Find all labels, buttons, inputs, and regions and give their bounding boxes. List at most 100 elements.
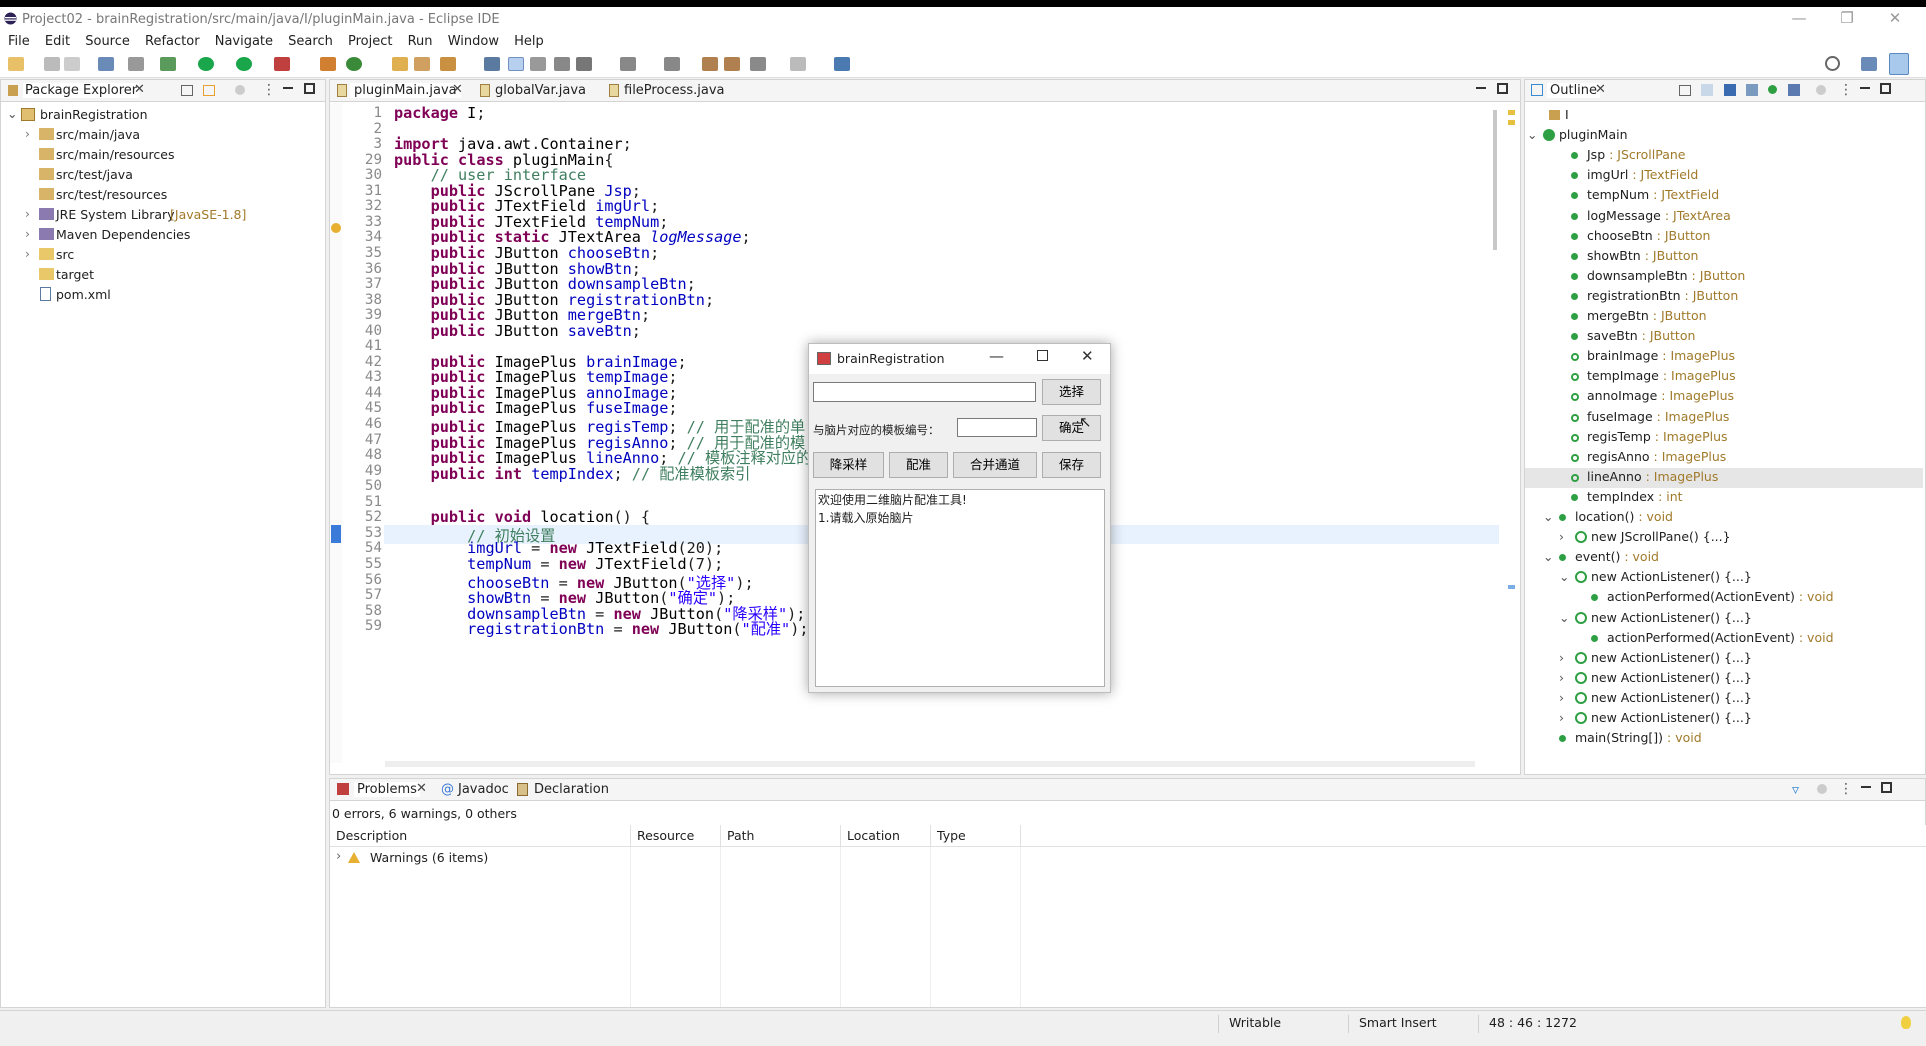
col-type[interactable]: Type <box>931 825 1021 847</box>
collapse-all-icon[interactable] <box>1679 85 1691 96</box>
close-window-button[interactable]: ✕ <box>1872 9 1918 29</box>
downsample-button[interactable]: 降采样 <box>813 452 884 478</box>
coverage-icon[interactable] <box>236 57 252 71</box>
choose-button[interactable]: 选择 <box>1042 379 1101 405</box>
filter-icon[interactable]: ▿ <box>1792 782 1799 798</box>
expand-icon[interactable]: ⌄ <box>1527 127 1537 142</box>
outline-item[interactable]: lineAnno : ImagePlus <box>1525 467 1923 488</box>
horizontal-scrollbar[interactable] <box>385 761 1475 767</box>
outline-tab[interactable]: Outline <box>1547 83 1601 98</box>
show-whitespace-icon[interactable] <box>554 57 570 71</box>
col-path[interactable]: Path <box>721 825 841 847</box>
view-menu-icon[interactable]: ⋮ <box>1839 82 1853 98</box>
hide-local-types-icon[interactable] <box>1788 84 1800 96</box>
outline-item[interactable]: ⌄ new ActionListener() {...} <box>1525 609 1923 629</box>
menu-search[interactable]: Search <box>288 34 333 49</box>
col-location[interactable]: Location <box>841 825 931 847</box>
outline-item[interactable]: › new ActionListener() {...} <box>1525 689 1923 709</box>
outline-item[interactable]: actionPerformed(ActionEvent) : void <box>1525 629 1923 649</box>
close-tab-icon[interactable]: ✕ <box>452 82 463 97</box>
expand-icon[interactable]: ⌄ <box>1543 549 1553 564</box>
pin-editor-icon[interactable] <box>834 57 850 71</box>
forward-edit-icon[interactable] <box>724 57 740 71</box>
minimize-button[interactable]: — <box>1776 9 1822 29</box>
toggle-mark-icon[interactable] <box>484 57 500 71</box>
menu-navigate[interactable]: Navigate <box>215 34 273 49</box>
maximize-view-icon[interactable] <box>1880 83 1891 94</box>
outline-item[interactable]: I <box>1525 106 1923 126</box>
focus-icon[interactable] <box>1817 784 1827 794</box>
tree-row-maven[interactable]: › Maven Dependencies <box>25 226 190 246</box>
outline-item[interactable]: actionPerformed(ActionEvent) : void <box>1525 588 1923 608</box>
tab-pluginmain[interactable]: pluginMain.java <box>350 83 461 98</box>
minimize-view-icon[interactable] <box>283 87 293 89</box>
table-row[interactable]: › Warnings (6 items) <box>330 848 1926 868</box>
col-description[interactable]: Description <box>330 825 631 847</box>
collapse-all-icon[interactable] <box>181 85 193 96</box>
focus-icon[interactable] <box>1816 85 1826 95</box>
prev-annotation-icon[interactable] <box>664 57 680 71</box>
dialog-close-button[interactable]: ✕ <box>1081 347 1094 365</box>
external-tools-icon[interactable] <box>274 57 290 71</box>
outline-item[interactable]: Jsp : JScrollPane <box>1525 146 1923 166</box>
search-icon[interactable] <box>1825 56 1840 71</box>
menu-file[interactable]: File <box>8 34 30 49</box>
pilcrow-icon[interactable] <box>576 57 592 71</box>
outline-item[interactable]: ⌄ event() : void <box>1525 548 1923 568</box>
outline-item[interactable]: main(String[]) : void <box>1525 729 1923 749</box>
skip-breakpoints-icon[interactable] <box>128 57 144 71</box>
image-path-input[interactable] <box>813 382 1036 402</box>
outline-item[interactable]: showBtn : JButton <box>1525 247 1923 267</box>
maximize-view-icon[interactable] <box>304 83 315 94</box>
outline-item[interactable]: registrationBtn : JButton <box>1525 287 1923 307</box>
open-perspective-icon[interactable] <box>1861 57 1877 71</box>
search-toolbar-icon[interactable] <box>440 57 456 71</box>
tab-globalvar[interactable]: globalVar.java <box>495 83 586 98</box>
menu-source[interactable]: Source <box>85 34 130 49</box>
tab-fileprocess[interactable]: fileProcess.java <box>624 83 724 98</box>
menu-refactor[interactable]: Refactor <box>145 34 200 49</box>
outline-item[interactable]: ⌄ location() : void <box>1525 508 1923 528</box>
dialog-minimize-button[interactable]: — <box>989 347 1004 365</box>
menu-project[interactable]: Project <box>348 34 392 49</box>
save-button[interactable]: 保存 <box>1042 452 1101 478</box>
next-annotation-icon[interactable] <box>620 57 636 71</box>
run-icon[interactable] <box>198 57 214 71</box>
close-tab-icon[interactable]: ✕ <box>1595 82 1606 97</box>
outline-item[interactable]: saveBtn : JButton <box>1525 327 1923 347</box>
tree-row-project[interactable]: ⌄ brainRegistration <box>7 106 148 126</box>
minimize-view-icon[interactable] <box>1860 87 1870 89</box>
terminal-icon[interactable] <box>98 57 114 71</box>
open-task-icon[interactable] <box>414 57 430 71</box>
dialog-maximize-button[interactable] <box>1037 350 1048 361</box>
expand-icon[interactable]: › <box>1559 529 1564 544</box>
tree-row-src-main-java[interactable]: › src/main/java <box>25 126 140 146</box>
vertical-scrollbar[interactable] <box>1493 110 1497 250</box>
hide-static-icon[interactable] <box>1746 84 1758 96</box>
hide-fields-icon[interactable] <box>1724 84 1736 96</box>
expand-icon[interactable]: › <box>1559 670 1564 685</box>
expand-icon[interactable]: › <box>1559 650 1564 665</box>
outline-item[interactable]: brainImage : ImagePlus <box>1525 347 1923 367</box>
close-tab-icon[interactable]: ✕ <box>134 82 145 97</box>
close-tab-icon[interactable]: ✕ <box>416 781 427 796</box>
minimize-view-icon[interactable] <box>1861 786 1871 788</box>
confirm-button[interactable]: 确定 <box>1042 415 1101 441</box>
outline-item[interactable]: imgUrl : JTextField <box>1525 166 1923 186</box>
outline-item[interactable]: chooseBtn : JButton <box>1525 227 1923 247</box>
outline-item[interactable]: tempIndex : int <box>1525 488 1923 508</box>
open-type-icon[interactable] <box>392 57 408 71</box>
hide-nonpublic-icon[interactable] <box>1768 85 1777 94</box>
tip-bulb-icon[interactable] <box>1901 1016 1911 1029</box>
outline-item[interactable]: mergeBtn : JButton <box>1525 307 1923 327</box>
expand-icon[interactable]: › <box>1559 710 1564 725</box>
save-all-icon[interactable] <box>64 57 80 71</box>
highlight-icon[interactable] <box>508 57 524 71</box>
java-perspective-icon[interactable] <box>1889 53 1909 75</box>
tab-javadoc[interactable]: Javadoc <box>458 782 509 797</box>
new-java-project-icon[interactable] <box>320 57 336 71</box>
expand-icon[interactable]: ⌄ <box>1543 509 1553 524</box>
outline-item[interactable]: tempNum : JTextField <box>1525 186 1923 206</box>
outline-item[interactable]: annoImage : ImagePlus <box>1525 387 1923 407</box>
expand-icon[interactable]: ⌄ <box>1559 569 1569 584</box>
